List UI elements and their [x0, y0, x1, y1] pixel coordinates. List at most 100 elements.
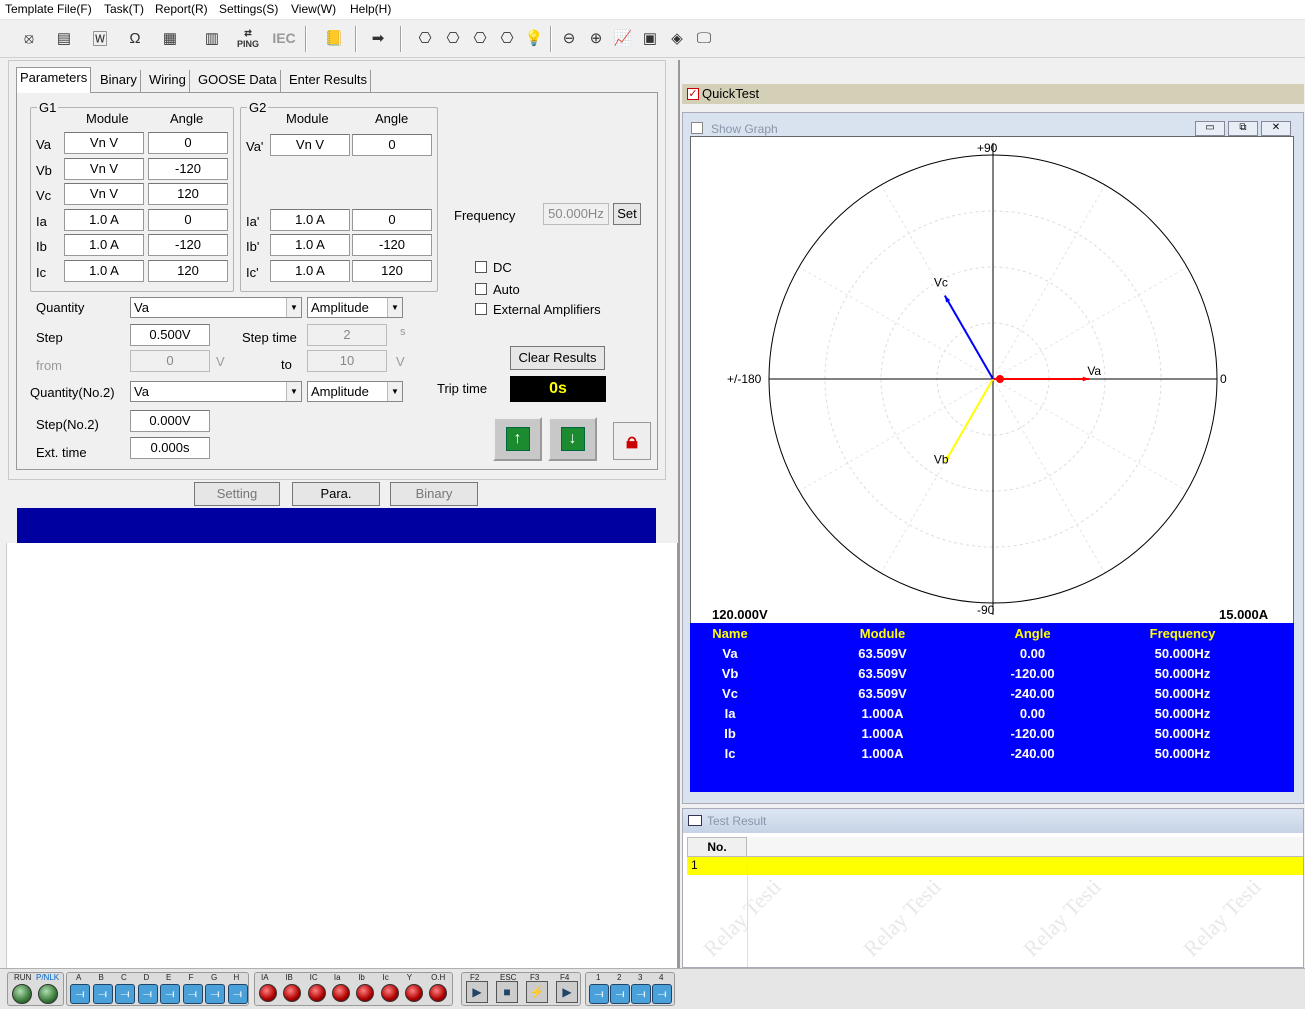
report-icon[interactable]: Ω	[123, 26, 147, 50]
key-1-icon[interactable]: ■	[496, 981, 518, 1003]
lightbulb-icon[interactable]: 💡	[522, 26, 546, 50]
binary-input-icon[interactable]: ⟞	[227, 984, 248, 1004]
menu-task[interactable]: Task(T)	[104, 2, 144, 16]
step-down-button[interactable]: ↓	[548, 417, 597, 461]
restore-icon[interactable]: ⧉	[1228, 121, 1258, 136]
tab-binary[interactable]: Binary	[97, 70, 141, 92]
g2-module-field[interactable]: 1.0 A	[270, 260, 350, 282]
quantity-mode-select[interactable]: Amplitude ▼	[307, 297, 403, 318]
step-time-field[interactable]: 2	[307, 324, 387, 346]
g1-angle-field[interactable]: 0	[148, 132, 228, 154]
g1-angle-field[interactable]: 120	[148, 183, 228, 205]
binary-input-icon[interactable]: ⟞	[137, 984, 158, 1004]
g2-module-field[interactable]: 1.0 A	[270, 209, 350, 231]
step-up-button[interactable]: ↑	[493, 417, 542, 461]
view-4-icon[interactable]: ⎔	[495, 26, 519, 50]
group-switch-icon[interactable]: ⟞	[631, 984, 651, 1004]
g1-module-field[interactable]: 1.0 A	[64, 234, 144, 256]
view-3-icon[interactable]: ⎔	[468, 26, 492, 50]
g1-angle-field[interactable]: -120	[148, 158, 228, 180]
tab-wiring[interactable]: Wiring	[146, 70, 190, 92]
to-field[interactable]: 10	[307, 350, 387, 372]
binary-input-icon[interactable]: ⟞	[92, 984, 113, 1004]
table-row[interactable]: 1	[687, 857, 1303, 875]
menu-settings[interactable]: Settings(S)	[219, 2, 278, 16]
close-icon[interactable]: ✕	[1261, 121, 1291, 136]
table-icon	[688, 815, 702, 826]
clear-results-button[interactable]: Clear Results	[510, 346, 605, 370]
word-icon[interactable]: 🅆	[88, 26, 112, 50]
monitor-icon[interactable]: 🖵	[692, 26, 716, 50]
tab-parameters[interactable]: Parameters	[16, 67, 92, 93]
ext-time-field[interactable]: 0.000s	[130, 437, 210, 459]
arrow-icon[interactable]: ➡	[366, 26, 390, 50]
key-3-icon[interactable]: ▶	[556, 981, 578, 1003]
chart-icon[interactable]: 📈	[611, 26, 635, 50]
frequency-field[interactable]: 50.000Hz	[543, 203, 609, 225]
g2-angle-field[interactable]: 120	[352, 260, 432, 282]
g1-module-field[interactable]: 1.0 A	[64, 209, 144, 231]
g2-module-field[interactable]: Vn V	[270, 134, 350, 156]
auto-checkbox[interactable]	[475, 283, 487, 295]
zoom-in-icon[interactable]: ⊕	[584, 26, 608, 50]
iec-button[interactable]: IEC	[270, 26, 298, 50]
book-icon[interactable]: 📒	[322, 26, 346, 50]
g1-angle-field[interactable]: 120	[148, 260, 228, 282]
quantity-select[interactable]: Va ▼	[130, 297, 302, 318]
ping-button[interactable]: ⇄ PING	[233, 26, 263, 50]
step-field[interactable]: 0.500V	[130, 324, 210, 346]
menu-view[interactable]: View(W)	[291, 2, 336, 16]
binary-input-icon[interactable]: ⟞	[115, 984, 135, 1004]
g1-angle-field[interactable]: 0	[148, 209, 228, 231]
zoom-out-icon[interactable]: ⊖	[557, 26, 581, 50]
menu-template-file[interactable]: Template File(F)	[5, 2, 92, 16]
document-icon[interactable]: ▤	[52, 26, 76, 50]
binary-input-icon[interactable]: ⟞	[70, 984, 90, 1004]
g1-module-field[interactable]: Vn V	[64, 132, 144, 154]
frequency-set-button[interactable]: Set	[613, 203, 641, 225]
external-amplifiers-label: External Amplifiers	[493, 302, 601, 317]
key-0-icon[interactable]: ▶	[466, 981, 488, 1003]
phasor-diagram: Va Vb Vc	[768, 143, 1218, 615]
menu-help[interactable]: Help(H)	[350, 2, 391, 16]
binary-input-icon[interactable]: ⟞	[205, 984, 225, 1004]
group-switch-icon[interactable]: ⟞	[589, 984, 609, 1004]
tab-goose-data[interactable]: GOOSE Data	[195, 70, 281, 92]
diamond-icon[interactable]: ◈	[665, 26, 689, 50]
quicktest-checkbox[interactable]: ✓	[687, 88, 699, 100]
binary-tab-button[interactable]: Binary	[390, 482, 478, 506]
group-switch-icon[interactable]: ⟞	[652, 984, 672, 1004]
para-tab-button[interactable]: Para.	[292, 482, 380, 506]
tab-enter-results[interactable]: Enter Results	[286, 70, 372, 92]
key-2-icon[interactable]: ⚡	[526, 981, 548, 1003]
scope-icon[interactable]: ▥	[200, 26, 224, 50]
g2-module-field[interactable]: 1.0 A	[270, 234, 350, 256]
step2-field[interactable]: 0.000V	[130, 410, 210, 432]
g1-module-field[interactable]: Vn V	[64, 158, 144, 180]
graph-icon[interactable]: ▣	[638, 26, 662, 50]
g1-angle-field[interactable]: -120	[148, 234, 228, 256]
run-label: RUN	[14, 973, 32, 982]
waveform-icon[interactable]: ▦	[158, 26, 182, 50]
open-icon[interactable]: ⦻	[17, 26, 41, 50]
g1-module-field[interactable]: Vn V	[64, 183, 144, 205]
binary-input-icon[interactable]: ⟞	[182, 984, 203, 1004]
view-1-icon[interactable]: ⎔	[413, 26, 437, 50]
minimize-icon[interactable]: ▭	[1195, 121, 1225, 136]
binary-input-icon[interactable]: ⟞	[160, 984, 180, 1004]
from-field[interactable]: 0	[130, 350, 210, 372]
g2-angle-field[interactable]: 0	[352, 209, 432, 231]
setting-tab-button[interactable]: Setting	[194, 482, 280, 506]
table-cell: -240.00	[1010, 746, 1055, 761]
menu-report[interactable]: Report(R)	[155, 2, 208, 16]
lock-disabled-icon[interactable]: 🔒︎	[613, 422, 651, 460]
quantity2-select[interactable]: Va ▼	[130, 381, 302, 402]
external-amplifiers-checkbox[interactable]	[475, 303, 487, 315]
quantity2-mode-select[interactable]: Amplitude ▼	[307, 381, 403, 402]
g2-angle-field[interactable]: 0	[352, 134, 432, 156]
dc-checkbox[interactable]	[475, 261, 487, 273]
group-switch-icon[interactable]: ⟞	[610, 984, 630, 1004]
g1-module-field[interactable]: 1.0 A	[64, 260, 144, 282]
g2-angle-field[interactable]: -120	[352, 234, 432, 256]
view-2-icon[interactable]: ⎔	[441, 26, 465, 50]
